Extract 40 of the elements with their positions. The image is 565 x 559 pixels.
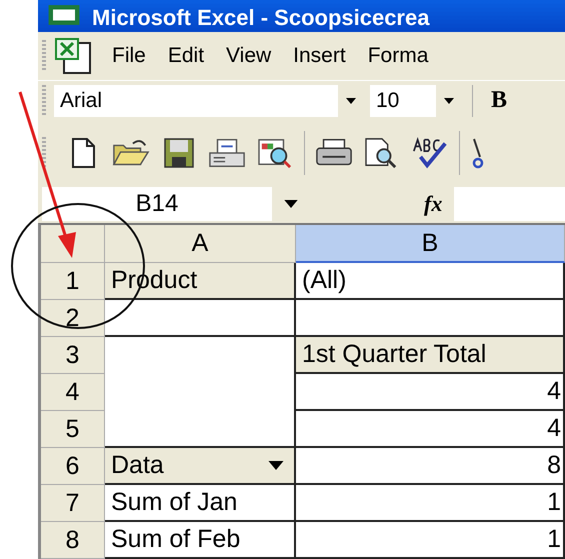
- spelling-check-icon[interactable]: [411, 137, 449, 170]
- magnifier-icon[interactable]: [256, 137, 294, 170]
- caret-icon: [346, 98, 356, 104]
- menu-item[interactable]: Edit: [168, 44, 204, 68]
- menu-item[interactable]: Forma: [368, 44, 428, 68]
- window-title: Microsoft Excel - Scoopsicecrea: [92, 4, 430, 32]
- table-cell-text: 8: [547, 451, 562, 480]
- table-cell-text: Sum of Jan: [110, 488, 238, 517]
- spreadsheet-icon: [46, 4, 82, 26]
- table-cell-text: 4: [547, 377, 562, 406]
- bold-button[interactable]: B: [487, 87, 512, 114]
- table-cell-text: 1: [547, 488, 562, 517]
- table-cell-text: Sum of Feb: [110, 525, 242, 554]
- column-header[interactable]: A: [105, 225, 296, 263]
- column-header[interactable]: B: [296, 225, 565, 263]
- font-dropdown[interactable]: Arial: [54, 84, 364, 117]
- menu-item[interactable]: View: [226, 44, 272, 68]
- caret-icon: [444, 98, 454, 104]
- table-cell-text: (All): [301, 266, 348, 295]
- mail-icon[interactable]: [208, 137, 246, 170]
- row-header[interactable]: 3: [41, 337, 105, 374]
- row-header[interactable]: 5: [41, 411, 105, 448]
- caret-icon[interactable]: [284, 200, 298, 208]
- formula-field[interactable]: [454, 187, 565, 222]
- row-header[interactable]: 4: [41, 374, 105, 411]
- table-cell-text: 4: [547, 414, 562, 443]
- insert-function-button[interactable]: fx: [424, 191, 454, 218]
- row-header[interactable]: 6: [41, 448, 105, 485]
- row-header[interactable]: 1: [41, 263, 105, 300]
- table-cell-text: 1: [547, 525, 562, 554]
- row-header[interactable]: 8: [41, 522, 105, 559]
- row-header[interactable]: 2: [41, 300, 105, 337]
- caret-icon: [268, 461, 284, 470]
- name-box[interactable]: B14: [42, 187, 272, 222]
- spreadsheet-document-icon[interactable]: [54, 36, 94, 75]
- menu-item[interactable]: File: [112, 44, 146, 68]
- row-header[interactable]: 7: [41, 485, 105, 522]
- scissors-icon[interactable]: [470, 137, 484, 170]
- menu-item[interactable]: Insert: [293, 44, 346, 68]
- font-size-dropdown[interactable]: 10: [370, 84, 462, 117]
